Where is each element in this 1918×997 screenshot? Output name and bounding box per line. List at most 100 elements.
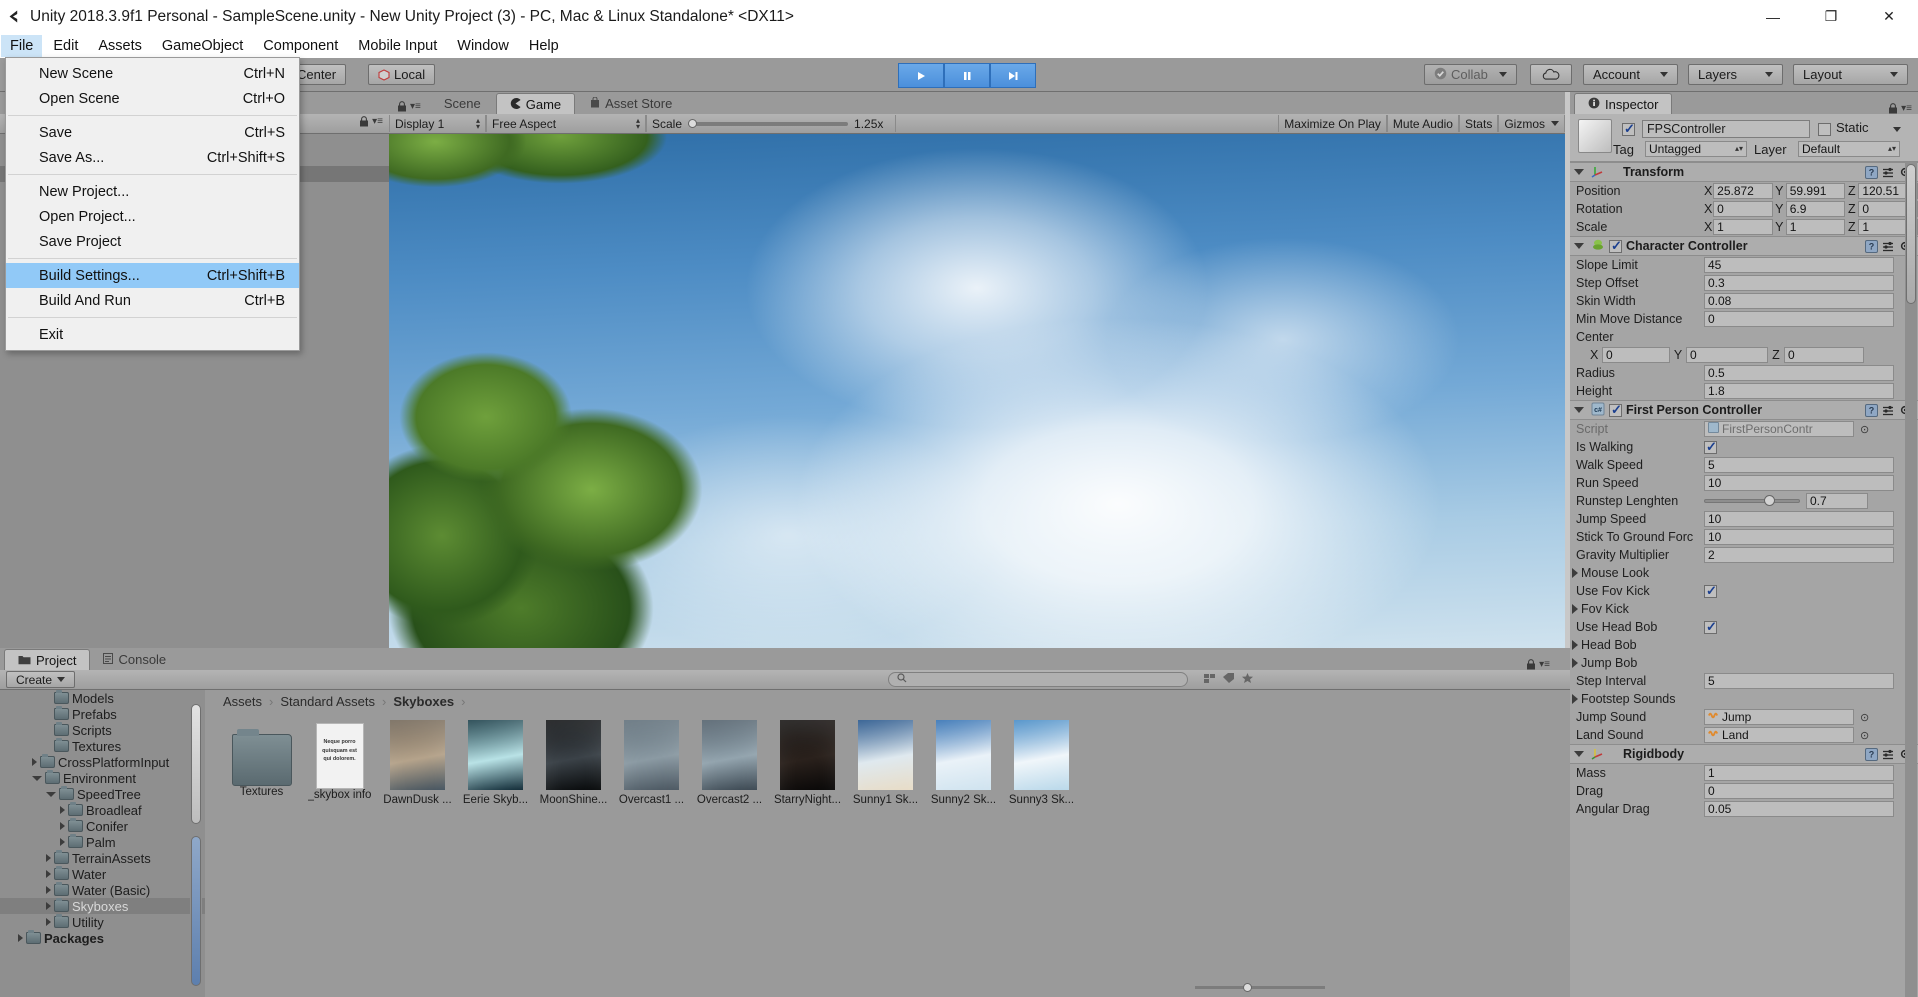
project-tree-scrollbar[interactable]: [190, 690, 202, 997]
menu-help[interactable]: Help: [520, 35, 568, 57]
property-foldout-row[interactable]: Head Bob: [1570, 636, 1918, 654]
asset-item[interactable]: Neque porro quisquam est qui dolorem. _sk…: [301, 720, 378, 806]
property-slider[interactable]: [1704, 495, 1800, 506]
layers-button[interactable]: Layers: [1688, 64, 1783, 85]
asset-item[interactable]: Sunny2 Sk...: [925, 720, 1002, 806]
center-y-field[interactable]: 0: [1686, 347, 1768, 363]
property-foldout-row[interactable]: Fov Kick: [1570, 600, 1918, 618]
tree-node-terrainassets[interactable]: TerrainAssets: [0, 850, 205, 866]
close-button[interactable]: ✕: [1860, 0, 1918, 33]
menu-edit[interactable]: Edit: [44, 35, 87, 57]
breadcrumb-item[interactable]: Skyboxes: [393, 694, 454, 709]
menu-gameobject[interactable]: GameObject: [153, 35, 252, 57]
scale-slider-control[interactable]: Scale 1.25x: [646, 115, 896, 132]
project-tree-scrollbar-thumb-top[interactable]: [191, 704, 201, 824]
chevron-right-icon[interactable]: [1572, 640, 1578, 650]
position-x-field[interactable]: 0: [1713, 201, 1773, 217]
property-value-field[interactable]: 2: [1704, 547, 1894, 563]
chevron-right-icon[interactable]: [1572, 658, 1578, 668]
tab-asset-store[interactable]: Asset Store: [577, 93, 685, 114]
property-checkbox[interactable]: [1704, 439, 1717, 455]
menu-assets[interactable]: Assets: [89, 35, 151, 57]
stats-toggle[interactable]: Stats: [1458, 115, 1499, 132]
object-reference-field[interactable]: FirstPersonContr: [1704, 421, 1854, 437]
position-x-field[interactable]: 25.872: [1713, 183, 1773, 199]
tree-node-environment[interactable]: Environment: [0, 770, 205, 786]
file-menu-item-new-scene[interactable]: New Scene Ctrl+N: [6, 61, 299, 86]
project-tree-scrollbar-thumb[interactable]: [191, 836, 201, 986]
help-icon[interactable]: ?: [1865, 165, 1878, 179]
chevron-right-icon[interactable]: [1572, 568, 1578, 578]
asset-label-icon[interactable]: [1203, 672, 1216, 687]
chevron-right-icon[interactable]: [32, 758, 37, 766]
tab-scene[interactable]: Scene: [431, 93, 494, 114]
asset-item[interactable]: DawnDusk ...: [379, 720, 456, 806]
property-value-field[interactable]: 0.05: [1704, 801, 1894, 817]
preset-icon[interactable]: [1882, 166, 1895, 179]
object-reference-field[interactable]: Jump: [1704, 709, 1854, 725]
chevron-right-icon[interactable]: [46, 886, 51, 894]
property-checkbox[interactable]: [1704, 583, 1717, 599]
play-button[interactable]: [898, 63, 944, 88]
chevron-down-icon[interactable]: [1574, 751, 1584, 757]
static-checkbox[interactable]: [1818, 123, 1831, 136]
asset-item[interactable]: Eerie Skyb...: [457, 720, 534, 806]
component-enabled-checkbox[interactable]: [1609, 402, 1622, 418]
chevron-down-icon[interactable]: [1574, 169, 1584, 175]
asset-item[interactable]: StarryNight...: [769, 720, 846, 806]
gameobject-name-field[interactable]: FPSController: [1642, 120, 1810, 138]
tree-node-utility[interactable]: Utility: [0, 914, 205, 930]
property-value-field[interactable]: 0.5: [1704, 365, 1894, 381]
menu-mobile-input[interactable]: Mobile Input: [349, 35, 446, 57]
file-menu-item-build-and-run[interactable]: Build And Run Ctrl+B: [6, 288, 299, 313]
file-menu-item-new-project[interactable]: New Project...: [6, 179, 299, 204]
step-button[interactable]: [990, 63, 1036, 88]
gizmos-dropdown[interactable]: Gizmos: [1498, 115, 1565, 132]
property-foldout-row[interactable]: Jump Bob: [1570, 654, 1918, 672]
chevron-down-icon[interactable]: [32, 775, 42, 781]
create-button[interactable]: Create: [6, 671, 76, 688]
game-render-canvas[interactable]: [389, 134, 1565, 648]
tag-dropdown[interactable]: Untagged ▴▾: [1645, 141, 1747, 157]
property-value-field[interactable]: 0.08: [1704, 293, 1894, 309]
chevron-right-icon[interactable]: [46, 918, 51, 926]
file-menu-dropdown[interactable]: New Scene Ctrl+N Open Scene Ctrl+O Save Ctrl+…: [5, 57, 300, 351]
cloud-services-button[interactable]: [1530, 64, 1572, 85]
component-header-first-person-controller[interactable]: c# First Person Controller?: [1570, 400, 1918, 420]
aspect-dropdown[interactable]: Free Aspect ▴ ▾: [486, 115, 646, 132]
position-y-field[interactable]: 6.9: [1785, 201, 1846, 217]
mute-audio-toggle[interactable]: Mute Audio: [1386, 115, 1459, 132]
pause-button[interactable]: [944, 63, 990, 88]
object-picker-icon[interactable]: ⊙: [1860, 711, 1869, 724]
tag-filter-icon[interactable]: [1222, 672, 1235, 687]
gameview-lock-icon[interactable]: ▾≡: [395, 101, 429, 114]
asset-item[interactable]: Textures: [223, 720, 300, 806]
component-header-transform[interactable]: Transform?: [1570, 162, 1918, 182]
tab-project[interactable]: Project: [4, 649, 91, 670]
object-picker-icon[interactable]: ⊙: [1860, 423, 1869, 436]
asset-item[interactable]: Sunny3 Sk...: [1003, 720, 1080, 806]
minimize-button[interactable]: —: [1744, 0, 1802, 33]
account-button[interactable]: Account: [1583, 64, 1678, 85]
tree-node-packages[interactable]: Packages: [0, 930, 205, 946]
breadcrumb-item[interactable]: Standard Assets: [280, 694, 375, 709]
property-value-field[interactable]: 5: [1704, 673, 1894, 689]
tree-node-textures[interactable]: Textures: [0, 738, 205, 754]
file-menu-item-build-settings[interactable]: Build Settings... Ctrl+Shift+B: [6, 263, 299, 288]
menu-window[interactable]: Window: [448, 35, 518, 57]
asset-item[interactable]: Sunny1 Sk...: [847, 720, 924, 806]
object-picker-icon[interactable]: ⊙: [1860, 729, 1869, 742]
chevron-right-icon[interactable]: [1572, 604, 1578, 614]
maximize-on-play-toggle[interactable]: Maximize On Play: [1278, 115, 1387, 132]
tree-node-skyboxes[interactable]: Skyboxes: [0, 898, 205, 914]
property-value-field[interactable]: 10: [1704, 475, 1894, 491]
property-value-field[interactable]: 45: [1704, 257, 1894, 273]
chevron-right-icon[interactable]: [1572, 694, 1578, 704]
position-x-field[interactable]: 1: [1713, 219, 1773, 235]
asset-item[interactable]: MoonShine...: [535, 720, 612, 806]
project-folder-tree[interactable]: Models Prefabs Scripts Textures CrossPlatfor…: [0, 690, 205, 997]
chevron-down-icon[interactable]: [1574, 243, 1584, 249]
inspector-lock-icon[interactable]: ▾≡: [1888, 103, 1918, 114]
maximize-button[interactable]: ❐: [1802, 0, 1860, 33]
property-value-field[interactable]: 10: [1704, 511, 1894, 527]
